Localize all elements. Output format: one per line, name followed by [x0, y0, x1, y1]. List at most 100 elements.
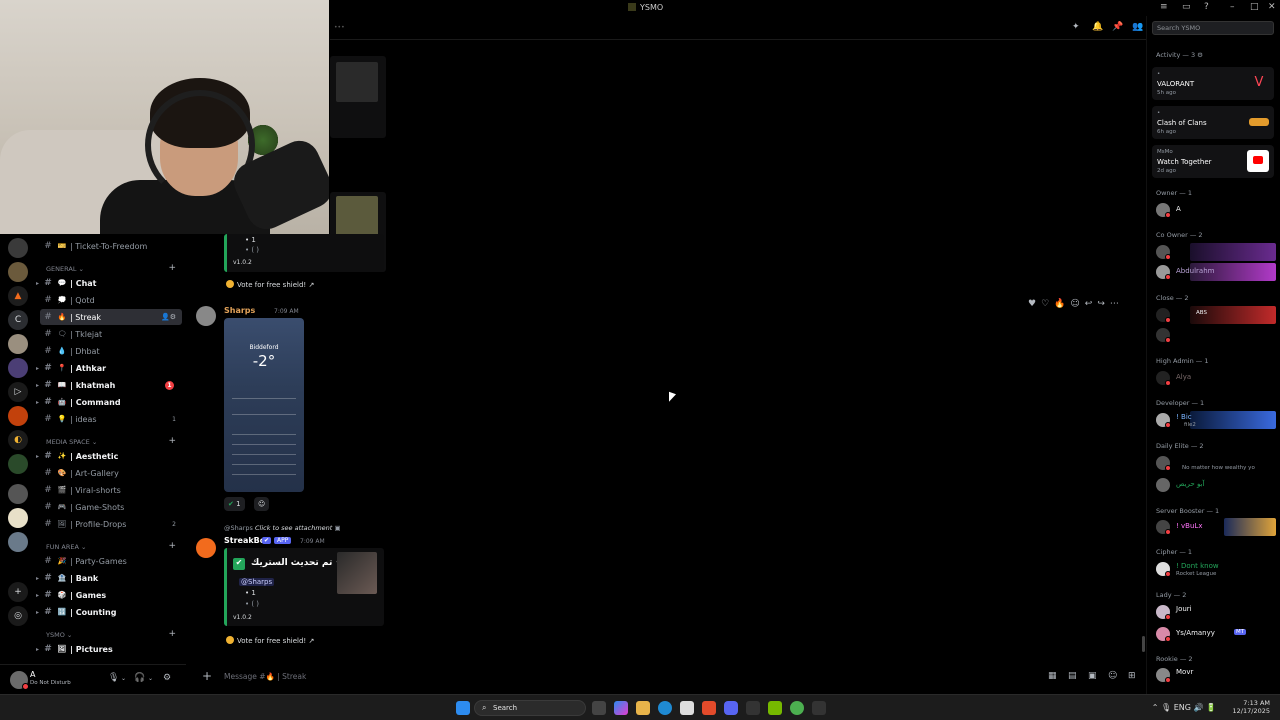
server-icon[interactable]: ◐	[8, 430, 28, 450]
reply-preview[interactable]: @Sharps Click to see attachment ▣	[224, 524, 341, 532]
server-icon[interactable]	[8, 238, 28, 258]
gear-icon[interactable]: ⚙	[163, 673, 171, 683]
clock-date[interactable]: 12/17/2025	[1233, 707, 1270, 715]
channel-qotd[interactable]: # 💭 | Qotd	[40, 292, 182, 308]
category-general[interactable]: GENERAL ⌄ +	[46, 263, 182, 273]
channel-streak[interactable]: # 🔥 | Streak 👤⚙	[40, 309, 182, 325]
channel-tklejat[interactable]: # 🗨 | Tklejat	[40, 326, 182, 342]
brave-icon[interactable]	[702, 701, 716, 715]
member-row[interactable]: ! Bic file2	[1154, 411, 1276, 429]
message-author[interactable]: Sharps	[224, 306, 255, 315]
server-icon[interactable]: ▲	[8, 286, 28, 306]
chevron-down-icon[interactable]: ⌄	[121, 675, 126, 682]
member-row[interactable]: Jouri	[1154, 603, 1276, 621]
server-icon[interactable]	[8, 484, 28, 504]
channel-dhbat[interactable]: # 💧 | Dhbat	[40, 343, 182, 359]
member-row[interactable]: Ys/Amanyy MT	[1154, 625, 1276, 643]
channel-art-gallery[interactable]: # 🎨 | Art-Gallery	[40, 465, 182, 481]
server-icon[interactable]	[8, 532, 28, 552]
category-fun-area[interactable]: FUN AREA ⌄ +	[46, 541, 182, 551]
add-channel-icon[interactable]: +	[168, 629, 176, 639]
maximize-button[interactable]: □	[1250, 2, 1259, 12]
channel-profile-drops[interactable]: # 🖼 | Profile-Drops 2	[40, 516, 182, 532]
channel-bank[interactable]: ▸ # 🏦 | Bank	[36, 570, 182, 586]
add-channel-icon[interactable]: +	[168, 263, 176, 273]
channel-athkar[interactable]: ▸ # 📍 | Athkar	[36, 360, 182, 376]
server-icon[interactable]: ▷	[8, 382, 28, 402]
user-name[interactable]: A	[30, 670, 35, 679]
add-reaction-button[interactable]: ☺	[254, 497, 270, 511]
server-icon[interactable]	[8, 262, 28, 282]
minimize-button[interactable]: –	[1230, 2, 1235, 12]
clock-time[interactable]: 7:13 AM	[1233, 699, 1270, 707]
server-icon[interactable]	[8, 508, 28, 528]
member-row[interactable]: Movr	[1154, 666, 1276, 684]
pin-icon[interactable]: 📌	[1112, 22, 1123, 32]
member-row[interactable]: No matter how wealthy yo	[1154, 454, 1276, 472]
embed-thumbnail[interactable]	[336, 62, 378, 102]
vote-link[interactable]: Vote for free shield! ↗	[226, 280, 314, 289]
member-list-icon[interactable]: 👥	[1132, 22, 1143, 32]
task-view-icon[interactable]	[592, 701, 606, 715]
gift-icon[interactable]: ▦	[1048, 671, 1057, 681]
add-channel-icon[interactable]: +	[168, 541, 176, 551]
vote-link[interactable]: Vote for free shield! ↗	[226, 636, 314, 645]
add-reaction-icon[interactable]: ☺	[1070, 299, 1079, 309]
file-explorer-icon[interactable]	[636, 701, 650, 715]
channel-chat[interactable]: ▸ # 💬 | Chat	[36, 275, 182, 291]
server-icon[interactable]	[8, 358, 28, 378]
chat-scrollbar[interactable]	[1142, 636, 1145, 652]
add-channel-icon[interactable]: +	[168, 436, 176, 446]
add-server-icon[interactable]: +	[8, 582, 28, 602]
channel-ideas[interactable]: # 💡 | ideas 1	[40, 411, 182, 427]
headphones-icon[interactable]: 🎧	[134, 673, 145, 683]
channel-khatmah[interactable]: ▸ # 📖 | khatmah 1	[36, 377, 182, 393]
chrome-icon[interactable]	[790, 701, 804, 715]
inbox-icon[interactable]: ≡	[1160, 2, 1168, 12]
channel-viral-shorts[interactable]: # 🎬 | Viral-shorts	[40, 482, 182, 498]
reply-icon[interactable]: ↩	[1085, 299, 1093, 309]
avatar[interactable]	[196, 538, 216, 558]
message-composer[interactable]: + Message #🔥 | Streak ▦ ▤ ▣ ☺ ⊞	[192, 666, 1140, 688]
member-row[interactable]: A	[1154, 201, 1276, 219]
activity-card-clash[interactable]: • Clash of Clans 6h ago	[1152, 106, 1274, 139]
channel-pictures[interactable]: ▸ # 🖼 | Pictures	[36, 641, 182, 657]
server-folder-icon[interactable]	[8, 454, 28, 474]
taskbar-search[interactable]: ⌕ Search	[474, 700, 586, 716]
embed-thumbnail[interactable]	[337, 552, 377, 594]
nvidia-icon[interactable]	[768, 701, 782, 715]
activity-card-watch-together[interactable]: MsMo Watch Together 2d ago	[1152, 145, 1274, 178]
sticker-icon[interactable]: ▣	[1088, 671, 1097, 681]
member-row[interactable]: آبو حریص	[1154, 476, 1276, 494]
discover-icon[interactable]: ◎	[8, 606, 28, 626]
channel-aesthetic[interactable]: ▸ # ✨ | Aesthetic	[36, 448, 182, 464]
emoji-icon[interactable]: ☺	[1108, 671, 1117, 681]
mention[interactable]: @Sharps	[239, 578, 275, 586]
reaction-check[interactable]: ✔ 1	[224, 497, 245, 511]
member-row[interactable]: ! Dont know Rocket League	[1154, 560, 1276, 578]
app-icon[interactable]	[746, 701, 760, 715]
member-row[interactable]	[1154, 243, 1276, 261]
store-icon[interactable]	[680, 701, 694, 715]
member-row[interactable]: ABS	[1154, 306, 1276, 324]
channel-games[interactable]: ▸ # 🎲 | Games	[36, 587, 182, 603]
chevron-down-icon[interactable]: ⌄	[148, 675, 153, 682]
channel-party-games[interactable]: # 🎉 | Party-Games	[40, 553, 182, 569]
help-icon[interactable]: ?	[1204, 2, 1209, 12]
member-row[interactable]: ! vBuLx	[1154, 518, 1276, 536]
attachment-image[interactable]: Biddeford -2°	[224, 318, 304, 492]
server-icon[interactable]: C	[8, 310, 28, 330]
channel-settings-icon[interactable]: 👤⚙	[161, 313, 176, 321]
channel-counting[interactable]: ▸ # 🔢 | Counting	[36, 604, 182, 620]
copilot-icon[interactable]	[614, 701, 628, 715]
category-media-space[interactable]: MEDIA SPACE ⌄ +	[46, 436, 182, 446]
fire-icon[interactable]: 🔥	[1054, 299, 1065, 309]
bell-icon[interactable]: 🔔	[1092, 22, 1103, 32]
server-icon[interactable]	[8, 334, 28, 354]
gif-icon[interactable]: ▤	[1068, 671, 1077, 681]
embed-thumbnail[interactable]	[336, 196, 378, 236]
mic-icon[interactable]: 🎙	[108, 673, 119, 683]
search-input[interactable]: Search YSMO	[1152, 21, 1274, 35]
activity-card-valorant[interactable]: • VALORANT 5h ago V	[1152, 67, 1274, 100]
more-icon[interactable]: ⋯	[1110, 299, 1119, 309]
